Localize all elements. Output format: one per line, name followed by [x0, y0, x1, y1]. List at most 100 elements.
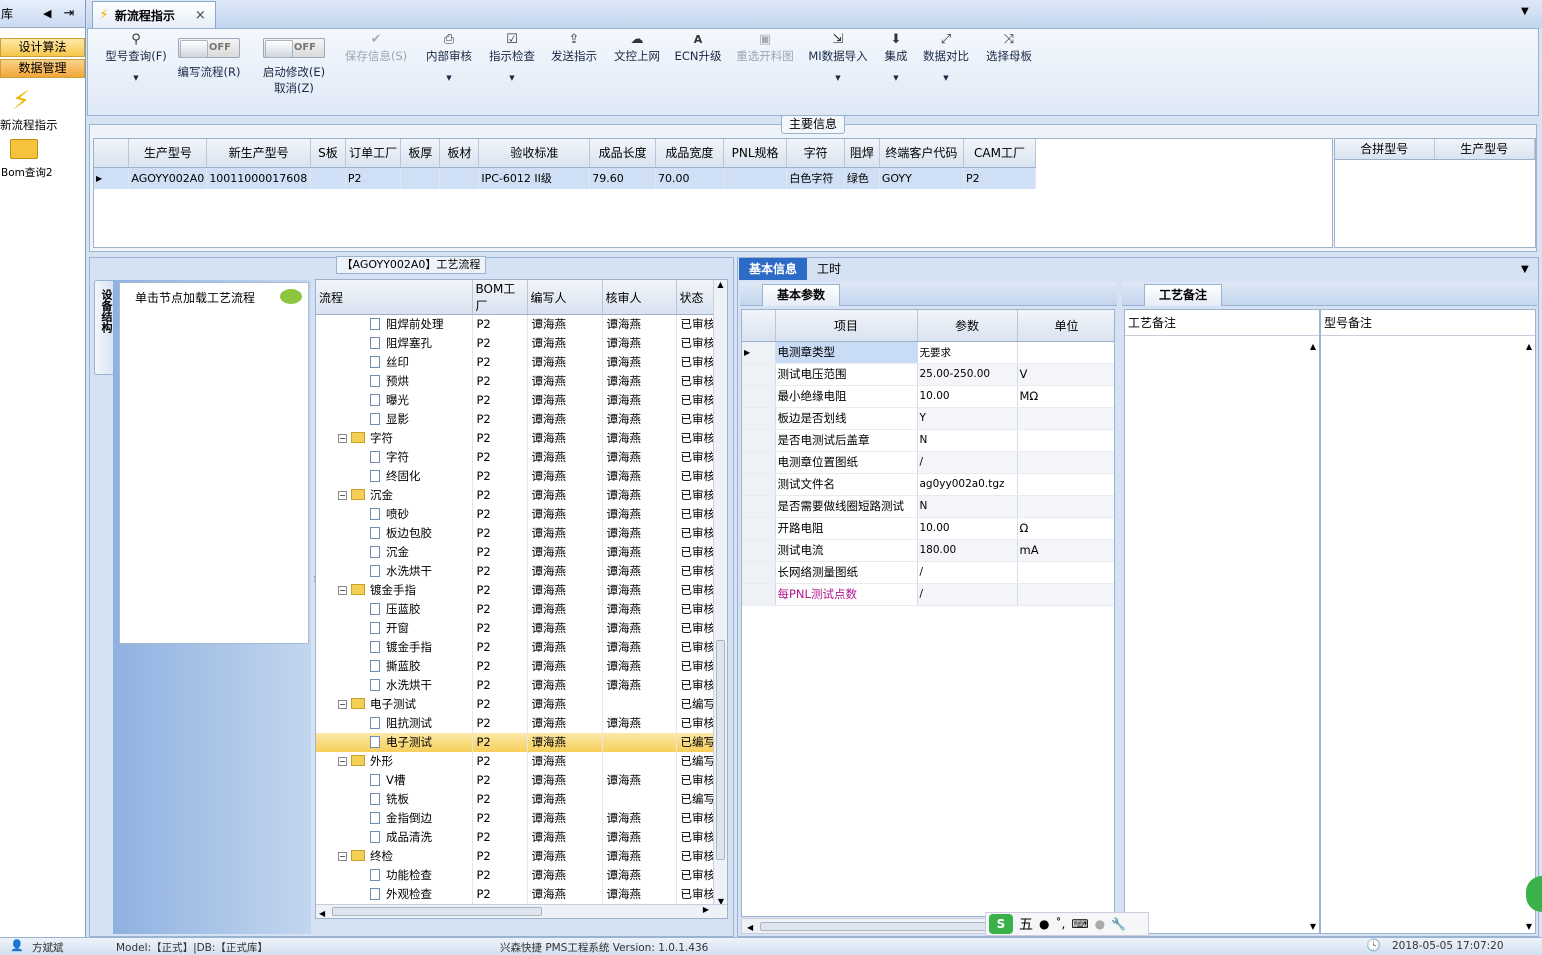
tree-row[interactable]: 阻焊塞孔 P2 谭海燕 谭海燕 已审核: [316, 333, 715, 353]
select-master-board-button[interactable]: ⤨ 选择母板: [981, 33, 1037, 64]
doc-control-online-button[interactable]: ☁ 文控上网: [609, 33, 665, 64]
tree-row[interactable]: 曝光 P2 谭海燕 谭海燕 已审核: [316, 390, 715, 410]
col-param[interactable]: 参数: [917, 310, 1018, 342]
scrollbar-thumb[interactable]: [332, 907, 542, 916]
scroll-down-icon[interactable]: ▼: [1310, 922, 1316, 931]
tree-row[interactable]: 镀金手指 P2 谭海燕 谭海燕 已审核: [316, 637, 715, 657]
tree-node[interactable]: 成品清洗: [316, 827, 473, 847]
tab-basic-info[interactable]: 基本信息: [739, 258, 807, 280]
tree-row[interactable]: − 镀金手指 P2 谭海燕 谭海燕 已审核: [316, 580, 715, 600]
col-status[interactable]: 状态: [676, 280, 715, 315]
main-info-cell[interactable]: P2: [963, 167, 1036, 189]
nav-back-icon[interactable]: ◀: [43, 7, 51, 20]
wrench-icon[interactable]: 🔧: [1111, 917, 1126, 931]
tree-node[interactable]: 终固化: [316, 466, 473, 486]
tree-node[interactable]: V槽: [316, 770, 473, 790]
model-remarks-box[interactable]: 型号备注 ▲ ▼: [1320, 309, 1536, 934]
tree-node[interactable]: 阻焊前处理: [316, 314, 473, 334]
collapse-icon[interactable]: −: [338, 700, 347, 709]
instruction-check-button[interactable]: ☑ 指示检查 ▼: [484, 33, 540, 85]
col-main-13[interactable]: CAM工厂: [963, 139, 1036, 168]
menu-design-algorithm[interactable]: 设计算法: [0, 38, 85, 57]
tree-row[interactable]: 撕蓝胶 P2 谭海燕 谭海燕 已审核: [316, 656, 715, 676]
tree-node[interactable]: 喷砂: [316, 504, 473, 524]
param-row[interactable]: 开路电阻 10.00 Ω: [742, 517, 1114, 540]
col-merge-model[interactable]: 合拼型号: [1335, 139, 1435, 160]
user-icon[interactable]: ●: [1095, 917, 1105, 931]
tree-row[interactable]: − 沉金 P2 谭海燕 谭海燕 已审核: [316, 485, 715, 505]
col-main-6[interactable]: 验收标准: [478, 139, 591, 168]
tree-node[interactable]: 外观检查: [316, 884, 473, 904]
tree-node[interactable]: 沉金: [316, 542, 473, 562]
tree-row[interactable]: 水洗烘干 P2 谭海燕 谭海燕 已审核: [316, 561, 715, 581]
main-info-cell[interactable]: 白色字符: [786, 167, 845, 189]
tree-node[interactable]: 电子测试: [316, 732, 473, 752]
main-info-cell[interactable]: GOYY: [879, 167, 965, 189]
tree-row[interactable]: 电子测试 P2 谭海燕 已编写: [316, 732, 715, 752]
tree-node[interactable]: 字符: [316, 447, 473, 467]
col-main-5[interactable]: 板材: [439, 139, 480, 168]
tree-node[interactable]: 水洗烘干: [316, 561, 473, 581]
tree-row[interactable]: V槽 P2 谭海燕 谭海燕 已审核: [316, 770, 715, 790]
tree-node[interactable]: − 外形: [316, 751, 473, 771]
ime-mode-label[interactable]: 五: [1019, 914, 1033, 934]
collapse-icon[interactable]: −: [338, 757, 347, 766]
tree-row[interactable]: 水洗烘干 P2 谭海燕 谭海燕 已审核: [316, 675, 715, 695]
tree-row[interactable]: 成品清洗 P2 谭海燕 谭海燕 已审核: [316, 827, 715, 847]
scrollbar-thumb[interactable]: [716, 640, 725, 860]
tree-node[interactable]: − 电子测试: [316, 694, 473, 714]
tree-node[interactable]: 板边包胶: [316, 523, 473, 543]
tree-node[interactable]: 金指倒边: [316, 808, 473, 828]
param-row[interactable]: 长网络测量图纸 /: [742, 561, 1114, 584]
param-value[interactable]: 10.00: [917, 385, 1018, 408]
tree-node[interactable]: − 镀金手指: [316, 580, 473, 600]
tree-node[interactable]: 曝光: [316, 390, 473, 410]
param-row[interactable]: ▶ 电测章类型 无要求: [742, 341, 1114, 364]
tree-row[interactable]: 字符 P2 谭海燕 谭海燕 已审核: [316, 447, 715, 467]
param-row[interactable]: 最小绝缘电阻 10.00 MΩ: [742, 385, 1114, 408]
tree-node[interactable]: 显影: [316, 409, 473, 429]
tree-row[interactable]: 预烘 P2 谭海燕 谭海燕 已审核: [316, 371, 715, 391]
nav-item-bom-query[interactable]: Bom查询2: [0, 137, 85, 187]
param-row[interactable]: 是否需要做线圈短路测试 N: [742, 495, 1114, 518]
param-row[interactable]: 是否电测试后盖章 N: [742, 429, 1114, 452]
scroll-up-icon[interactable]: ▲: [1310, 342, 1316, 351]
cancel-label[interactable]: 取消(Z): [256, 81, 332, 95]
tree-row[interactable]: 铣板 P2 谭海燕 已编写: [316, 789, 715, 809]
param-value[interactable]: /: [917, 583, 1018, 606]
main-info-cell[interactable]: 70.00: [655, 167, 724, 189]
tree-row[interactable]: 显影 P2 谭海燕 谭海燕 已审核: [316, 409, 715, 429]
scroll-down-icon[interactable]: ▼: [1526, 922, 1532, 931]
tree-node[interactable]: 水洗烘干: [316, 675, 473, 695]
tree-row[interactable]: 阻抗测试 P2 谭海燕 谭海燕 已审核: [316, 713, 715, 733]
main-info-cell[interactable]: [439, 167, 480, 189]
param-value[interactable]: /: [917, 561, 1018, 584]
tree-node[interactable]: 压蓝胶: [316, 599, 473, 619]
col-writer[interactable]: 编写人: [527, 280, 603, 315]
collapse-icon[interactable]: −: [338, 434, 347, 443]
param-value[interactable]: N: [917, 429, 1018, 452]
col-reviewer[interactable]: 核审人: [602, 280, 677, 315]
param-value[interactable]: 180.00: [917, 539, 1018, 562]
tree-row[interactable]: 丝印 P2 谭海燕 谭海燕 已审核: [316, 352, 715, 372]
tree-row[interactable]: 喷砂 P2 谭海燕 谭海燕 已审核: [316, 504, 715, 524]
main-info-cell[interactable]: P2: [345, 167, 402, 189]
param-value[interactable]: 25.00-250.00: [917, 363, 1018, 386]
tree-node[interactable]: 撕蓝胶: [316, 656, 473, 676]
param-value[interactable]: N: [917, 495, 1018, 518]
col-main-8[interactable]: 成品宽度: [655, 139, 724, 168]
tree-node[interactable]: 铣板: [316, 789, 473, 809]
scroll-left-icon[interactable]: ◀: [319, 909, 325, 918]
structure-tree[interactable]: 单击节点加载工艺流程: [119, 282, 309, 644]
toggle-switch[interactable]: OFF: [178, 38, 240, 58]
tree-node[interactable]: 镀金手指: [316, 637, 473, 657]
param-value[interactable]: Y: [917, 407, 1018, 430]
main-info-cell[interactable]: [310, 167, 346, 189]
param-value[interactable]: /: [917, 451, 1018, 474]
tree-row[interactable]: 开窗 P2 谭海燕 谭海燕 已审核: [316, 618, 715, 638]
punctuation-icon[interactable]: ●: [1039, 917, 1049, 931]
tree-row[interactable]: 功能检查 P2 谭海燕 谭海燕 已审核: [316, 865, 715, 885]
ecn-upgrade-button[interactable]: A ECN升级: [671, 33, 725, 63]
save-info-button[interactable]: ✔ 保存信息(S): [341, 33, 411, 64]
tree-node[interactable]: − 字符: [316, 428, 473, 448]
